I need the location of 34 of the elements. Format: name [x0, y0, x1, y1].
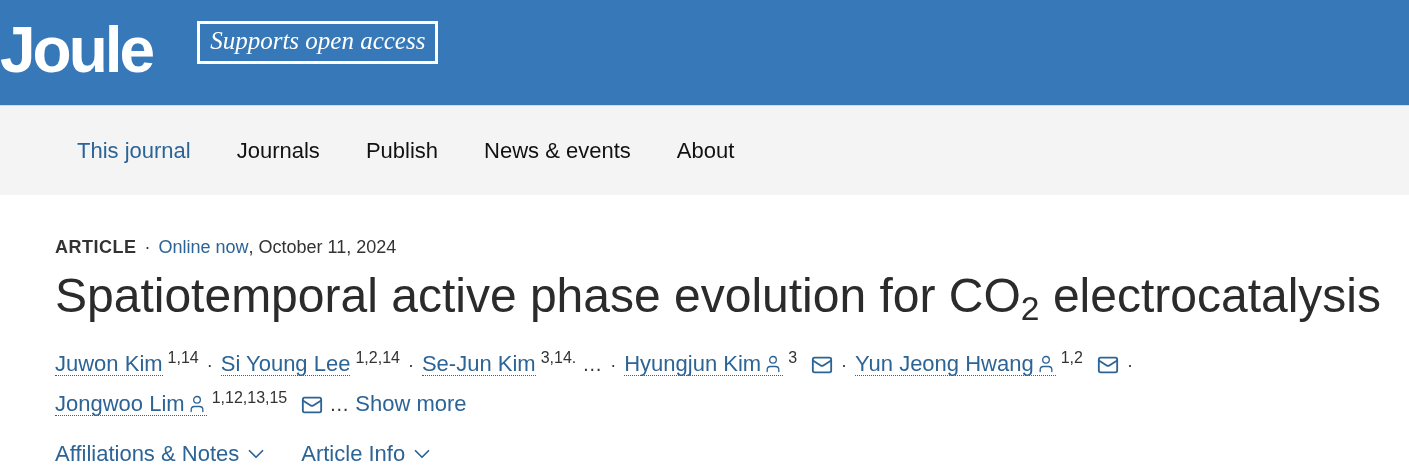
publication-date: , October 11, 2024: [248, 237, 397, 258]
ellipsis: …: [582, 352, 603, 378]
affiliation-numbers: 3,14.: [540, 348, 577, 369]
nav-link[interactable]: News & events: [484, 137, 631, 164]
affiliation-numbers: 3: [788, 348, 798, 369]
separator-dot: ·: [1126, 354, 1133, 378]
journal-logo[interactable]: Joule: [0, 18, 156, 82]
author-link[interactable]: Jongwoo Lim: [55, 393, 207, 417]
ellipsis: …: [329, 392, 350, 418]
nav-link[interactable]: This journal: [77, 137, 191, 164]
author-link[interactable]: Yun Jeong Hwang: [855, 353, 1056, 377]
show-more-link[interactable]: Show more: [355, 385, 467, 424]
affiliation-numbers: 1,2: [1060, 348, 1083, 369]
nav-link[interactable]: About: [676, 137, 735, 164]
author-link[interactable]: Juwon Kim: [55, 353, 163, 377]
expand-toggle[interactable]: Article Info: [301, 441, 436, 468]
author-link[interactable]: Se-Jun Kim: [421, 353, 536, 377]
separator-dot: ·: [610, 354, 617, 378]
open-access-badge: Supports open access: [197, 21, 439, 64]
separator-dot: ·: [407, 354, 414, 378]
affiliation-numbers: 1,14: [167, 348, 199, 369]
separator-dot: ·: [206, 354, 213, 378]
author-link[interactable]: Hyungjun Kim: [624, 353, 784, 377]
online-now-link[interactable]: Online now: [158, 237, 249, 258]
article-type: ARTICLE: [55, 237, 137, 258]
affiliation-numbers: 1,12,13,15: [211, 388, 288, 409]
separator-dot: ·: [144, 237, 151, 258]
nav-link[interactable]: Publish: [365, 137, 439, 164]
expand-toggle[interactable]: Affiliations & Notes: [55, 441, 270, 468]
author-link[interactable]: Si Young Lee: [220, 353, 351, 377]
article-title: Spatiotemporal active phase evolution for CO$_{2}$ electrocatalysis: [55, 268, 1382, 330]
nav-link[interactable]: Journals: [236, 137, 320, 164]
separator-dot: ·: [841, 354, 848, 378]
affiliation-numbers: 1,2,14: [355, 348, 400, 369]
